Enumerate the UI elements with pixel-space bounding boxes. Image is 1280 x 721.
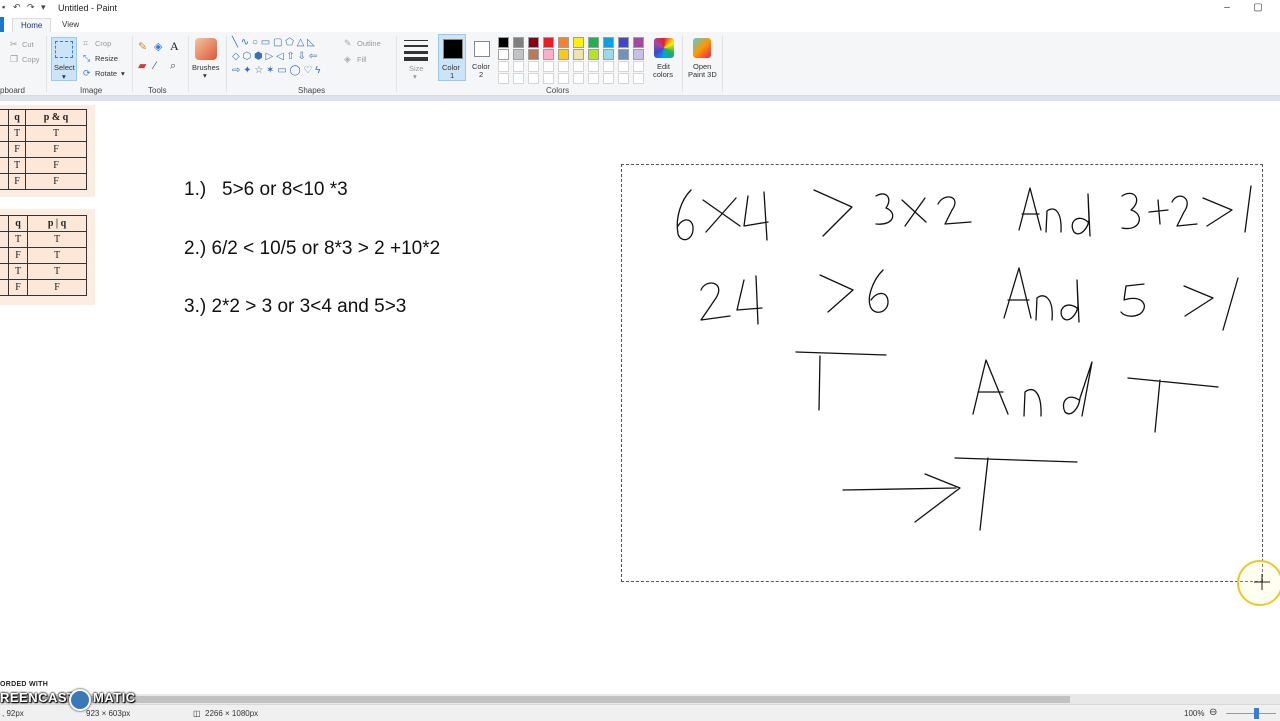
handwriting-d xyxy=(1071,193,1091,237)
handwriting-greater xyxy=(1202,197,1233,227)
zoom-level: 100% xyxy=(1184,709,1205,718)
handwriting-A xyxy=(1003,267,1032,319)
status-bar: , 92px 923 × 603px ◫ 2266 × 1080px 100% … xyxy=(0,704,1280,721)
handwriting-1 xyxy=(1222,277,1239,331)
handwriting-1 xyxy=(1244,185,1252,233)
handwriting-4 xyxy=(743,191,769,241)
handwriting-6 xyxy=(868,269,889,313)
handwriting-strokes xyxy=(676,185,1252,531)
handwriting-2 xyxy=(1171,195,1198,227)
handwriting-n xyxy=(1023,388,1042,417)
handwriting-n xyxy=(1045,208,1062,233)
watermark-text-right: MATIC xyxy=(93,690,136,705)
handwriting-greater xyxy=(819,274,854,313)
watermark-logo-icon xyxy=(69,689,91,711)
handwriting-A xyxy=(1018,187,1042,231)
zoom-slider-track[interactable] xyxy=(1226,713,1276,714)
handwriting-T xyxy=(1127,377,1219,433)
handwriting-d xyxy=(1060,279,1080,323)
cursor-position: , 92px xyxy=(2,709,24,718)
handwriting-n xyxy=(1035,295,1053,321)
handwriting-A xyxy=(972,359,1009,415)
canvas-size: 2266 × 1080px xyxy=(205,709,259,718)
selection-size: 923 × 603px xyxy=(86,709,131,718)
canvas-size-icon: ◫ xyxy=(193,709,201,718)
handwriting-d xyxy=(1062,361,1093,417)
handwriting-2 xyxy=(937,196,972,225)
handwriting-3 xyxy=(875,193,894,225)
handwriting-x xyxy=(702,197,741,233)
handwriting-plus xyxy=(1148,199,1169,225)
crosshair-cursor-icon xyxy=(1254,574,1270,590)
handwriting-x xyxy=(901,197,927,227)
handwriting-T xyxy=(795,351,887,411)
zoom-out-button[interactable]: ⊖ xyxy=(1209,707,1217,718)
handwriting-arrow xyxy=(842,473,961,523)
handwriting-greater xyxy=(1183,285,1214,317)
horizontal-scrollbar-thumb[interactable] xyxy=(0,696,1070,703)
handwriting-3 xyxy=(1121,192,1140,230)
handwriting-greater xyxy=(813,189,853,237)
zoom-slider-thumb[interactable] xyxy=(1254,708,1259,719)
handwriting-2 xyxy=(700,282,731,321)
handwriting-4 xyxy=(736,275,763,325)
handwriting-T xyxy=(954,457,1078,531)
watermark-top-text: ORDED WITH xyxy=(0,681,49,688)
watermark-text-left: REENCAST xyxy=(0,690,76,705)
handwriting-6 xyxy=(676,189,694,241)
handwriting-5 xyxy=(1120,283,1145,317)
